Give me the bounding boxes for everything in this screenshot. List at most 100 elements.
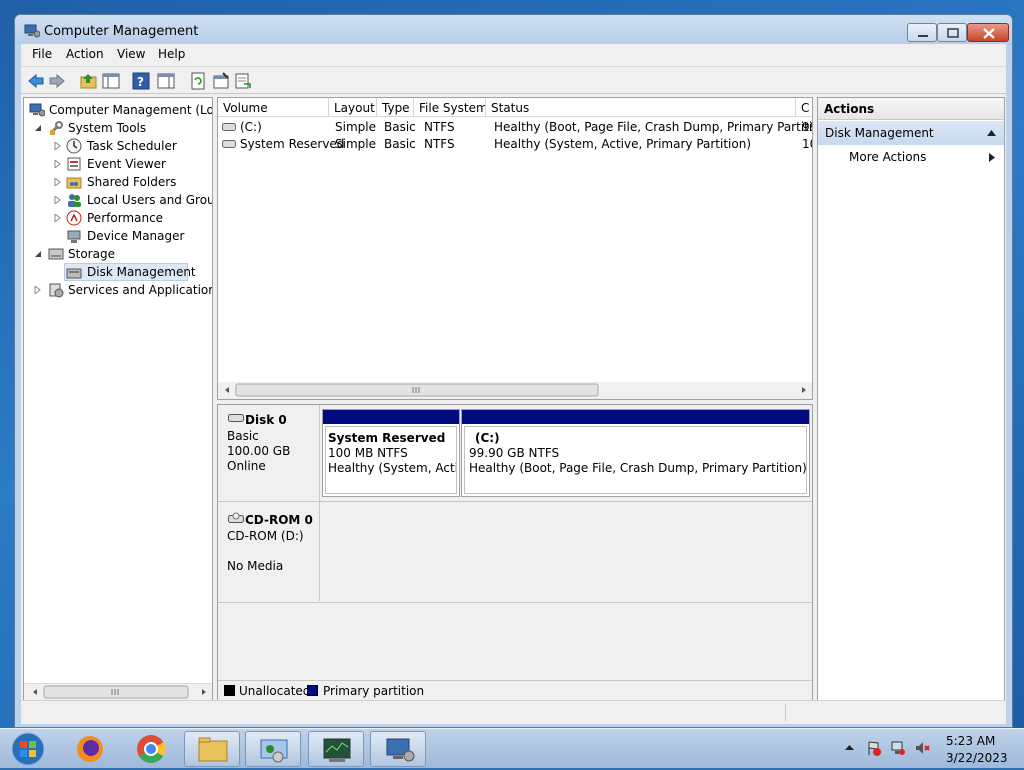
close-button[interactable] bbox=[967, 23, 1009, 42]
show-hidden-icons-icon[interactable] bbox=[845, 744, 854, 751]
menu-help[interactable]: Help bbox=[158, 47, 185, 61]
tree-device-manager[interactable]: Device Manager bbox=[24, 227, 212, 245]
restore-icon bbox=[947, 28, 959, 38]
computer-management-icon bbox=[386, 738, 415, 762]
partition-status: Healthy (System, Active bbox=[328, 461, 456, 475]
cdrom-0-label[interactable]: CD-ROM 0 CD-ROM (D:) No Media bbox=[218, 505, 320, 601]
tree-event-viewer[interactable]: Event Viewer bbox=[24, 155, 212, 173]
forward-button[interactable] bbox=[47, 71, 67, 91]
volume-type: Basic bbox=[384, 120, 416, 134]
clock-date[interactable]: 3/22/2023 bbox=[946, 751, 1008, 765]
submenu-arrow-icon bbox=[989, 153, 995, 162]
taskbar-control-panel[interactable] bbox=[245, 731, 301, 767]
collapsed-arrow-icon bbox=[34, 286, 41, 294]
volume-name: System Reserved bbox=[240, 137, 345, 151]
tree-root[interactable]: Computer Management (Local bbox=[24, 101, 213, 119]
collapse-up-icon bbox=[987, 130, 996, 136]
disk-0-state: Online bbox=[227, 459, 266, 473]
volume-capacity: 10 bbox=[802, 137, 812, 151]
divider bbox=[218, 602, 812, 603]
more-actions-item[interactable]: More Actions bbox=[818, 145, 1004, 169]
actions-section-disk-management[interactable]: Disk Management bbox=[818, 121, 1004, 145]
disk-0-label[interactable]: Disk 0 Basic 100.00 GB Online bbox=[218, 405, 320, 506]
column-type[interactable]: Type bbox=[377, 98, 414, 117]
tree-task-scheduler-label: Task Scheduler bbox=[87, 139, 177, 153]
tree-horizontal-scrollbar[interactable] bbox=[24, 683, 212, 700]
tree-system-tools[interactable]: System Tools bbox=[24, 119, 212, 137]
column-volume[interactable]: Volume bbox=[218, 98, 329, 117]
title-bar[interactable]: Computer Management bbox=[15, 15, 1012, 45]
back-button[interactable] bbox=[26, 71, 46, 91]
refresh-button[interactable] bbox=[188, 71, 208, 91]
collapsed-arrow-icon bbox=[54, 214, 61, 222]
refresh-icon bbox=[191, 72, 205, 90]
tree-services-applications[interactable]: Services and Applications bbox=[24, 281, 212, 299]
primary-partition-bar bbox=[323, 410, 459, 424]
properties-pane-icon bbox=[157, 73, 175, 89]
show-hide-tree-button[interactable] bbox=[101, 71, 121, 91]
volume-list-horizontal-scrollbar[interactable] bbox=[218, 382, 812, 399]
shared-folder-icon bbox=[66, 177, 82, 189]
disk-0-name: Disk 0 bbox=[245, 413, 287, 427]
taskbar: 5:23 AM 3/22/2023 bbox=[0, 728, 1024, 768]
maximize-button[interactable] bbox=[937, 23, 967, 42]
action-center-flag-icon[interactable] bbox=[866, 740, 882, 756]
tree-local-users[interactable]: Local Users and Groups bbox=[24, 191, 212, 209]
partition-name: (C:) bbox=[475, 431, 500, 445]
up-folder-icon bbox=[80, 74, 97, 89]
volume-name: (C:) bbox=[240, 120, 262, 134]
volume-row[interactable]: (C:) Simple Basic NTFS Healthy (Boot, Pa… bbox=[218, 119, 812, 136]
column-layout[interactable]: Layout bbox=[329, 98, 377, 117]
volume-layout: Simple bbox=[335, 137, 376, 151]
column-file-system[interactable]: File System bbox=[414, 98, 486, 117]
taskbar-explorer[interactable] bbox=[184, 731, 240, 767]
tree-performance[interactable]: Performance bbox=[24, 209, 212, 227]
menu-file[interactable]: File bbox=[32, 47, 52, 61]
column-capacity[interactable]: C bbox=[796, 98, 812, 117]
start-button[interactable] bbox=[6, 731, 50, 767]
minimize-icon bbox=[918, 35, 928, 37]
tree-task-scheduler[interactable]: Task Scheduler bbox=[24, 137, 212, 155]
tree-event-viewer-label: Event Viewer bbox=[87, 157, 166, 171]
tree-root-label: Computer Management (Local bbox=[49, 103, 213, 117]
cdrom-icon bbox=[228, 512, 244, 523]
collapsed-arrow-icon bbox=[54, 142, 61, 150]
forward-icon bbox=[49, 73, 65, 89]
network-icon[interactable] bbox=[890, 740, 906, 756]
volume-muted-icon[interactable] bbox=[914, 740, 930, 756]
folder-icon bbox=[198, 737, 228, 762]
show-action-pane-button[interactable] bbox=[156, 71, 176, 91]
volume-fs: NTFS bbox=[424, 137, 455, 151]
taskbar-firefox[interactable] bbox=[62, 731, 118, 767]
minimize-button[interactable] bbox=[907, 23, 937, 42]
partition-system-reserved[interactable]: System Reserved 100 MB NTFS Healthy (Sys… bbox=[322, 409, 460, 497]
tree-shared-folders[interactable]: Shared Folders bbox=[24, 173, 212, 191]
actions-header: Actions bbox=[818, 98, 1004, 120]
scrollbar-graphic bbox=[33, 685, 206, 699]
up-button[interactable] bbox=[79, 71, 99, 91]
menu-view[interactable]: View bbox=[117, 47, 145, 61]
taskbar-chrome[interactable] bbox=[123, 731, 179, 767]
clock-time[interactable]: 5:23 AM bbox=[946, 734, 995, 748]
partition-c[interactable]: (C:) 99.90 GB NTFS Healthy (Boot, Page F… bbox=[461, 409, 810, 497]
task-manager-icon bbox=[323, 738, 351, 762]
volume-fs: NTFS bbox=[424, 120, 455, 134]
drive-icon bbox=[222, 140, 236, 148]
help-button[interactable]: ? bbox=[131, 71, 151, 91]
tree-shared-folders-label: Shared Folders bbox=[87, 175, 177, 189]
volume-type: Basic bbox=[384, 137, 416, 151]
taskbar-task-manager[interactable] bbox=[308, 731, 364, 767]
control-panel-icon bbox=[260, 739, 288, 763]
primary-partition-swatch bbox=[307, 685, 318, 696]
export-list-button[interactable] bbox=[233, 71, 253, 91]
properties-button[interactable] bbox=[211, 71, 231, 91]
tree-local-users-label: Local Users and Groups bbox=[87, 193, 212, 207]
tree-disk-management[interactable]: Disk Management bbox=[64, 263, 196, 281]
partition-inner bbox=[464, 426, 807, 494]
column-status[interactable]: Status bbox=[486, 98, 796, 117]
volume-row[interactable]: System Reserved Simple Basic NTFS Health… bbox=[218, 136, 812, 153]
menu-action[interactable]: Action bbox=[66, 47, 104, 61]
tree-storage[interactable]: Storage bbox=[24, 245, 212, 263]
expanded-arrow-icon bbox=[35, 125, 41, 131]
taskbar-computer-management[interactable] bbox=[370, 731, 426, 767]
